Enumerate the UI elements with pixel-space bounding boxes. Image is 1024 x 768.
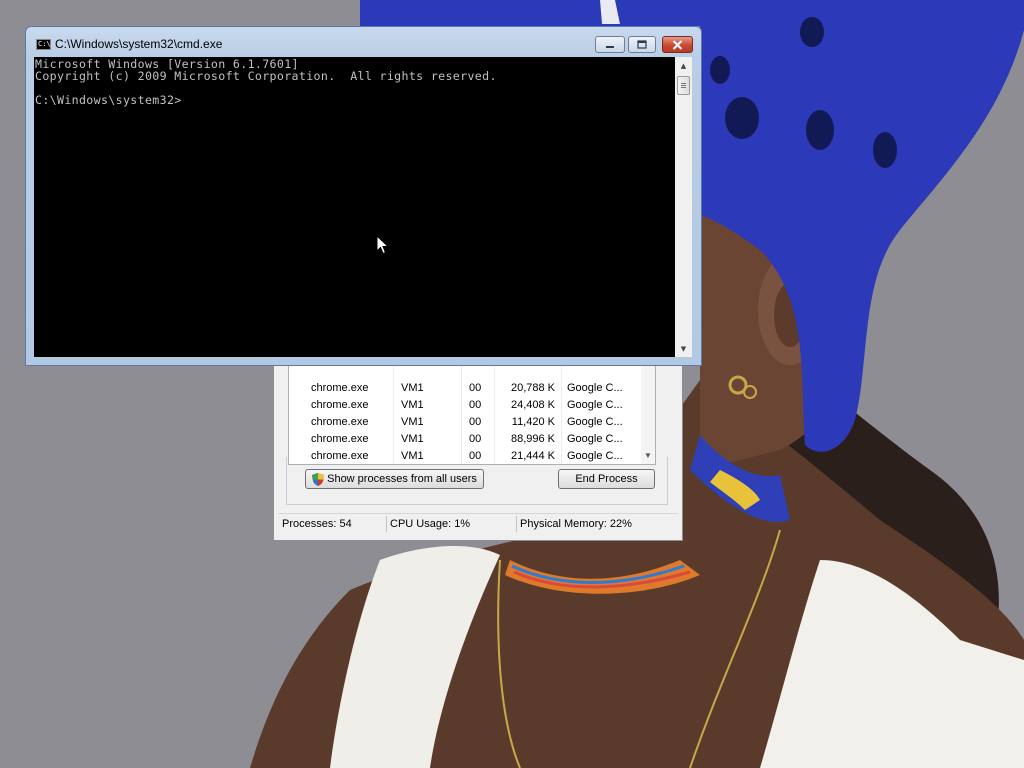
process-row[interactable]: chrome.exe VM1 00 20,788 K Google C... — [289, 380, 639, 397]
process-cpu: 00 — [469, 382, 482, 394]
status-cpu-usage: CPU Usage: 1% — [390, 518, 471, 530]
command-prompt-icon[interactable]: C:\ — [36, 39, 51, 50]
process-memory: 11,420 K — [511, 416, 555, 428]
thumb-grip — [681, 85, 686, 86]
status-physical-memory: Physical Memory: 22% — [520, 518, 632, 530]
scrollbar-thumb[interactable] — [677, 76, 690, 95]
process-description: Google C... — [567, 416, 623, 428]
process-user: VM1 — [401, 399, 424, 411]
scroll-down-arrow-icon[interactable]: ▼ — [675, 340, 692, 357]
console-line: Copyright (c) 2009 Microsoft Corporation… — [35, 69, 497, 83]
process-cpu: 00 — [469, 416, 482, 428]
process-cpu: 00 — [469, 399, 482, 411]
process-description: Google C... — [567, 382, 623, 394]
end-process-button[interactable]: End Process — [558, 469, 655, 489]
title-bar[interactable]: C:\ C:\Windows\system32\cmd.exe — [26, 27, 701, 57]
process-row[interactable]: chrome.exe VM1 00 11,420 K Google C... — [289, 414, 639, 431]
thumb-grip — [681, 87, 686, 88]
close-icon — [672, 39, 683, 50]
process-name: chrome.exe — [311, 399, 369, 411]
end-process-label: End Process — [575, 473, 638, 485]
uac-shield-icon — [312, 472, 325, 486]
scroll-up-arrow-icon[interactable]: ▲ — [675, 57, 692, 74]
process-list[interactable]: chrome.exe VM1 00 20,788 K Google C... c… — [288, 361, 656, 465]
process-memory: 24,408 K — [510, 399, 555, 411]
process-description: Google C... — [567, 433, 623, 445]
process-row[interactable]: chrome.exe VM1 00 88,996 K Google C... — [289, 431, 639, 448]
process-name: chrome.exe — [311, 416, 369, 428]
task-manager-window: chrome.exe VM1 00 20,788 K Google C... c… — [273, 352, 683, 541]
maximize-button[interactable] — [628, 36, 656, 53]
close-button[interactable] — [662, 36, 693, 53]
maximize-icon — [637, 40, 647, 49]
process-list-scrollbar[interactable]: ▼ — [641, 362, 655, 464]
show-all-users-label: Show processes from all users — [327, 473, 477, 485]
process-memory: 20,788 K — [510, 382, 555, 394]
cmd-window[interactable]: C:\ C:\Windows\system32\cmd.exe Microsof… — [25, 26, 702, 366]
console-prompt: C:\Windows\system32> — [35, 93, 182, 107]
minimize-button[interactable] — [595, 36, 625, 53]
status-divider — [386, 516, 387, 532]
minimize-icon — [606, 45, 614, 48]
show-all-users-button[interactable]: Show processes from all users — [305, 469, 484, 489]
status-processes: Processes: 54 — [282, 518, 352, 530]
process-row[interactable]: chrome.exe VM1 00 24,408 K Google C... — [289, 397, 639, 414]
process-user: VM1 — [401, 433, 424, 445]
status-bar: Processes: 54 CPU Usage: 1% Physical Mem… — [278, 513, 678, 534]
thumb-grip — [681, 83, 686, 84]
process-name: chrome.exe — [311, 382, 369, 394]
console-scrollbar[interactable]: ▲ ▼ — [675, 57, 692, 357]
process-user: VM1 — [401, 416, 424, 428]
process-name: chrome.exe — [311, 433, 369, 445]
console-output[interactable]: Microsoft Windows [Version 6.1.7601] Cop… — [34, 57, 675, 357]
mouse-pointer-icon — [376, 235, 390, 255]
process-description: Google C... — [567, 399, 623, 411]
status-divider — [516, 516, 517, 532]
process-cpu: 00 — [469, 433, 482, 445]
process-memory: 88,996 K — [510, 433, 555, 445]
window-title: C:\Windows\system32\cmd.exe — [55, 37, 223, 51]
process-user: VM1 — [401, 382, 424, 394]
